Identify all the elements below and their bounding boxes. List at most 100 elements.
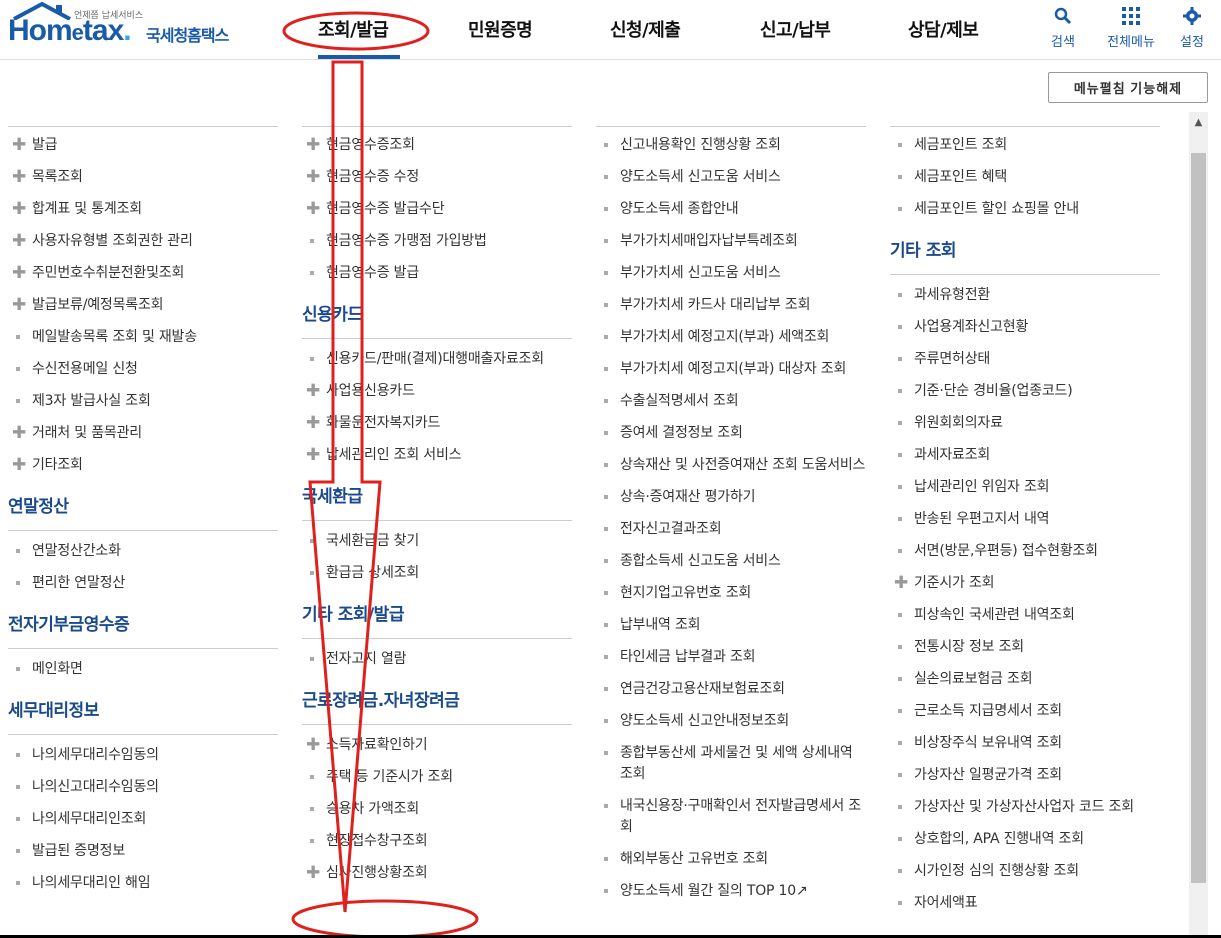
menu-item[interactable]: 타인세금 납부결과 조회 xyxy=(596,647,866,668)
menu-item[interactable]: 현금영수증 발급 xyxy=(302,263,572,284)
expand-plus-icon[interactable]: ✚ xyxy=(306,167,320,188)
menu-item-label[interactable]: 소득자료확인하기 xyxy=(326,737,428,753)
menu-item-label[interactable]: 목록조회 xyxy=(32,169,83,185)
menu-item[interactable]: 양도소득세 신고안내정보조회 xyxy=(596,711,866,732)
menu-item-label[interactable]: 양도소득세 신고도움 서비스 xyxy=(620,169,781,185)
menu-item-label[interactable]: 세금포인트 조회 xyxy=(914,137,1007,153)
menu-item[interactable]: 양도소득세 신고도움 서비스 xyxy=(596,167,866,188)
menu-item[interactable]: ✚ 발급 xyxy=(8,135,278,156)
menu-item-label[interactable]: 편리한 연말정산 xyxy=(32,575,125,591)
menu-item-label[interactable]: 나의세무대리인 해임 xyxy=(32,875,151,891)
all-menu-button[interactable]: 전체메뉴 xyxy=(1098,4,1164,50)
scrollbar-thumb[interactable] xyxy=(1191,153,1206,883)
menu-item-label[interactable]: 타인세금 납부결과 조회 xyxy=(620,649,756,665)
menu-item-label[interactable]: 반송된 우편고지서 내역 xyxy=(914,511,1050,527)
menu-item[interactable]: ✚ 거래처 및 품목관리 xyxy=(8,423,278,444)
menu-item[interactable]: 부가가치세 카드사 대리납부 조회 xyxy=(596,295,866,316)
menu-item[interactable]: 시가인정 심의 진행상황 조회 xyxy=(890,861,1160,882)
menu-item-label[interactable]: 시가인정 심의 진행상황 조회 xyxy=(914,863,1079,879)
menu-item[interactable]: 나의세무대리인조회 xyxy=(8,809,278,830)
menu-item-label[interactable]: 가상자산 일평균가격 조회 xyxy=(914,767,1062,783)
menu-item-label[interactable]: 연말정산간소화 xyxy=(32,543,121,559)
menu-item-label[interactable]: 양도소득세 월간 질의 TOP 10↗ xyxy=(620,883,808,899)
menu-item[interactable]: 메일발송목록 조회 및 재발송 xyxy=(8,327,278,348)
menu-item[interactable]: 신고내용확인 진행상황 조회 xyxy=(596,135,866,156)
menu-item[interactable]: ✚ 화물운전자복지카드 xyxy=(302,413,572,434)
menu-item[interactable]: ✚ 목록조회 xyxy=(8,167,278,188)
expand-plus-icon[interactable]: ✚ xyxy=(12,423,26,444)
menu-item[interactable]: 주택 등 기준시가 조회 xyxy=(302,767,572,788)
menu-item[interactable]: 현금영수증 가맹점 가입방법 xyxy=(302,231,572,252)
menu-item[interactable]: ✚ 소득자료확인하기 xyxy=(302,735,572,756)
menu-item[interactable]: 근로소득 지급명세서 조회 xyxy=(890,701,1160,722)
menu-item-label[interactable]: 메일발송목록 조회 및 재발송 xyxy=(32,329,197,345)
expand-plus-icon[interactable]: ✚ xyxy=(12,135,26,156)
menu-item-label[interactable]: 세금포인트 혜택 xyxy=(914,169,1007,185)
menu-item-label[interactable]: 양도소득세 신고안내정보조회 xyxy=(620,713,789,729)
nav-civil-certificate[interactable]: 민원증명 xyxy=(468,16,533,42)
menu-item[interactable]: 자어세액표 xyxy=(890,893,1160,914)
expand-plus-icon[interactable]: ✚ xyxy=(12,295,26,316)
menu-item[interactable]: 비상장주식 보유내역 조회 xyxy=(890,733,1160,754)
menu-item[interactable]: 세금포인트 혜택 xyxy=(890,167,1160,188)
menu-item-label[interactable]: 부가가치세 예정고지(부과) 대상자 조회 xyxy=(620,361,846,377)
menu-item[interactable]: 종합소득세 신고도움 서비스 xyxy=(596,551,866,572)
menu-item[interactable]: ✚ 발급보류/예정목록조회 xyxy=(8,295,278,316)
menu-item[interactable]: 세금포인트 할인 쇼핑몰 안내 xyxy=(890,199,1160,220)
menu-item-label[interactable]: 사용자유형별 조회권한 관리 xyxy=(32,233,193,249)
menu-item-label[interactable]: 합계표 및 통계조회 xyxy=(32,201,142,217)
menu-item-label[interactable]: 신용카드/판매(결제)대행매출자료조회 xyxy=(326,351,544,367)
menu-item[interactable]: 현장접수창구조회 xyxy=(302,831,572,852)
menu-item-label[interactable]: 부가가치세매입자납부특례조회 xyxy=(620,233,798,249)
menu-item-label[interactable]: 납부내역 조회 xyxy=(620,617,701,633)
menu-item-label[interactable]: 현금영수증 발급수단 xyxy=(326,201,445,217)
menu-item-label[interactable]: 주민번호수취분전환및조회 xyxy=(32,265,184,281)
menu-item-label[interactable]: 상호합의, APA 진행내역 조회 xyxy=(914,831,1084,847)
expand-plus-icon[interactable]: ✚ xyxy=(12,231,26,252)
settings-button[interactable]: 설정 xyxy=(1166,4,1218,50)
menu-item-label[interactable]: 기타조회 xyxy=(32,457,83,473)
menu-item-label[interactable]: 환급금 상세조회 xyxy=(326,565,419,581)
menu-item[interactable]: 과세자료조회 xyxy=(890,445,1160,466)
menu-item[interactable]: 종합부동산세 과세물건 및 세액 상세내역 조회 xyxy=(596,743,866,785)
menu-item-label[interactable]: 현지기업고유번호 조회 xyxy=(620,585,751,601)
menu-item[interactable]: 전자고지 열람 xyxy=(302,649,572,670)
menu-item-label[interactable]: 제3자 발급사실 조회 xyxy=(32,393,151,409)
menu-item[interactable]: ✚ 심사진행상황조회 xyxy=(302,863,572,884)
menu-item[interactable]: 수신전용메일 신청 xyxy=(8,359,278,380)
menu-item-label[interactable]: 화물운전자복지카드 xyxy=(326,415,440,431)
menu-item[interactable]: ✚ 사용자유형별 조회권한 관리 xyxy=(8,231,278,252)
scroll-up-arrow-icon[interactable]: ▲ xyxy=(1189,112,1208,132)
menu-item[interactable]: 상호합의, APA 진행내역 조회 xyxy=(890,829,1160,850)
menu-item[interactable]: ✚ 현금영수증조회 xyxy=(302,135,572,156)
expand-plus-icon[interactable]: ✚ xyxy=(894,573,908,594)
menu-item-label[interactable]: 부가가치세 카드사 대리납부 조회 xyxy=(620,297,810,313)
search-button[interactable]: 검색 xyxy=(1035,4,1091,50)
menu-item-label[interactable]: 자어세액표 xyxy=(914,895,978,911)
menu-item-label[interactable]: 납세관리인 조회 서비스 xyxy=(326,447,462,463)
menu-item-label[interactable]: 실손의료보험금 조회 xyxy=(914,671,1033,687)
menu-item[interactable]: 피상속인 국세관련 내역조회 xyxy=(890,605,1160,626)
menu-item[interactable]: 가상자산 및 가상자산사업자 코드 조회 xyxy=(890,797,1160,818)
menu-item-label[interactable]: 수신전용메일 신청 xyxy=(32,361,138,377)
menu-item-label[interactable]: 위원회회의자료 xyxy=(914,415,1003,431)
menu-item-label[interactable]: 양도소득세 종합안내 xyxy=(620,201,739,217)
menu-item[interactable]: 승용차 가액조회 xyxy=(302,799,572,820)
menu-item-label[interactable]: 현장접수창구조회 xyxy=(326,833,428,849)
menu-item[interactable]: 신용카드/판매(결제)대행매출자료조회 xyxy=(302,349,572,370)
menu-item-label[interactable]: 사업용신용카드 xyxy=(326,383,415,399)
menu-item[interactable]: 상속재산 및 사전증여재산 조회 도움서비스 xyxy=(596,455,866,476)
nav-consult-report[interactable]: 상담/제보 xyxy=(908,16,979,42)
menu-item-label[interactable]: 세금포인트 할인 쇼핑몰 안내 xyxy=(914,201,1079,217)
menu-item[interactable]: 부가가치세 신고도움 서비스 xyxy=(596,263,866,284)
menu-item[interactable]: 부가가치세 예정고지(부과) 대상자 조회 xyxy=(596,359,866,380)
expand-plus-icon[interactable]: ✚ xyxy=(306,413,320,434)
menu-item[interactable]: ✚ 주민번호수취분전환및조회 xyxy=(8,263,278,284)
menu-item-label[interactable]: 주택 등 기준시가 조회 xyxy=(326,769,453,785)
menu-item[interactable]: 반송된 우편고지서 내역 xyxy=(890,509,1160,530)
expand-plus-icon[interactable]: ✚ xyxy=(12,199,26,220)
nav-inquiry-issue[interactable]: 조회/발급 xyxy=(318,16,389,42)
menu-item[interactable]: 납세관리인 위임자 조회 xyxy=(890,477,1160,498)
menu-item[interactable]: ✚ 합계표 및 통계조회 xyxy=(8,199,278,220)
menu-item-label[interactable]: 전자고지 열람 xyxy=(326,651,407,667)
